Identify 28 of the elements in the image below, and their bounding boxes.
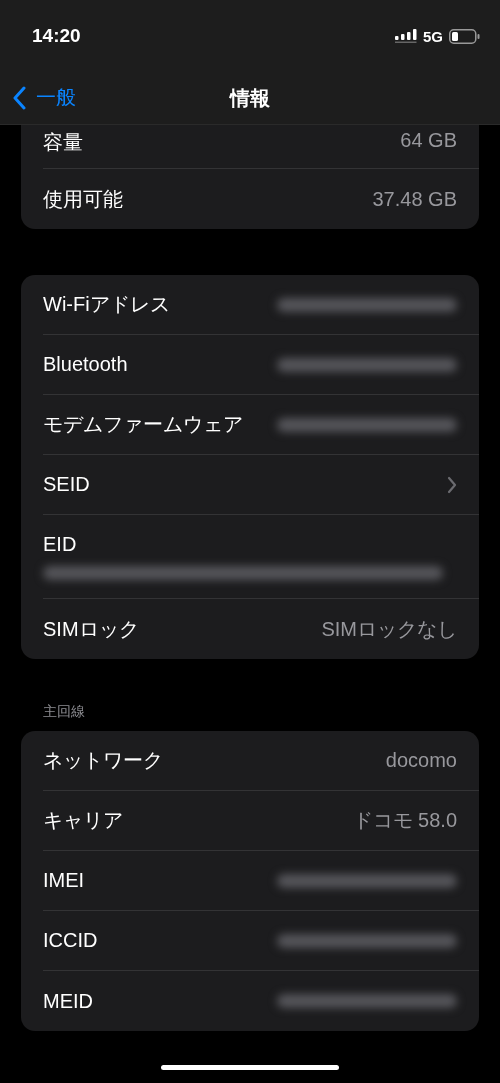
battery-icon [449, 28, 480, 44]
row-label: SIMロック [43, 616, 139, 642]
row-value: SIMロックなし [321, 616, 457, 642]
chevron-right-icon [447, 475, 457, 494]
back-button[interactable]: 一般 [12, 84, 76, 111]
row-label: MEID [43, 989, 93, 1013]
row-label: 容量 [43, 130, 83, 155]
row-value: 64 GB [400, 129, 457, 152]
chevron-left-icon [12, 85, 26, 110]
signal-icon [395, 29, 417, 43]
section-header: 主回線 [42, 703, 86, 721]
row-value: 37.48 GB [372, 187, 457, 211]
row-label: Wi-Fiアドレス [43, 292, 170, 317]
row-label: IMEI [43, 869, 85, 892]
row-label: ネットワーク [43, 748, 163, 773]
row-label: EID [43, 533, 77, 556]
row-value: docomo [385, 749, 457, 772]
row-label: 使用可能 [43, 186, 123, 212]
network-type: 5G [423, 27, 443, 45]
row-label: キャリア [43, 808, 123, 833]
page-title: 情報 [230, 85, 270, 111]
status-time: 14:20 [32, 25, 81, 47]
list-item[interactable]: SEID [43, 455, 479, 515]
row-label: ICCID [43, 929, 98, 952]
row-value: ドコモ 58.0 [352, 808, 457, 833]
row-label: SEID [43, 473, 90, 496]
row-label: Bluetooth [43, 353, 128, 376]
row-label: モデムファームウェア [43, 412, 243, 437]
